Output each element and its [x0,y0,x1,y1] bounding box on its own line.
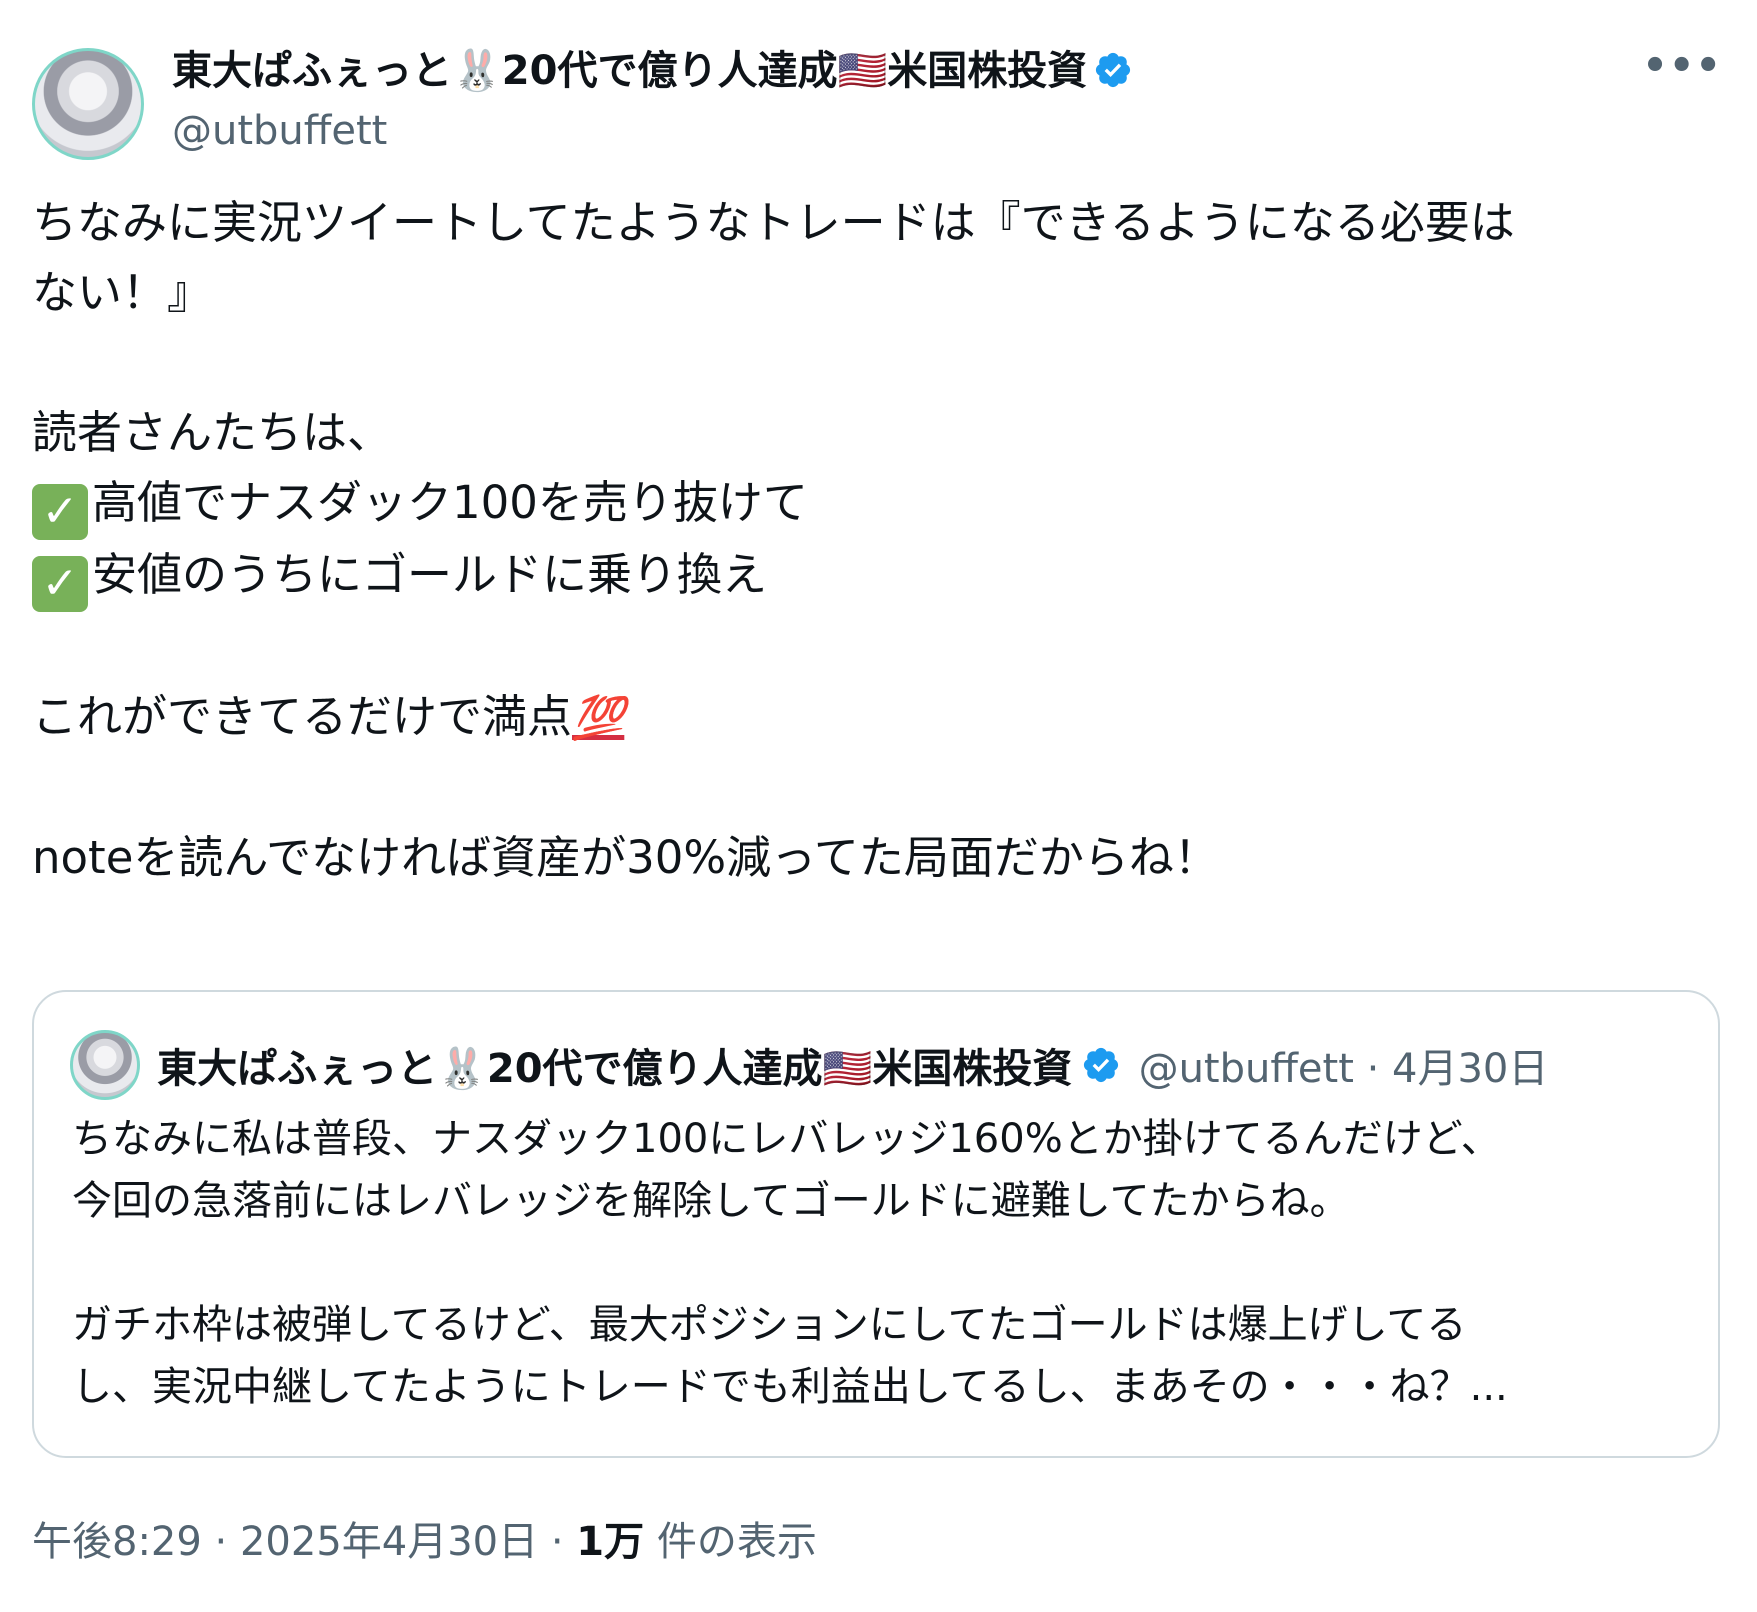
tweet-footer: 午後8:29 · 2025年4月30日 · 1万 件の表示 [32,1512,817,1572]
footer-separator: · [214,1519,228,1565]
display-name[interactable]: 東大ぱふぇっと🐰20代で億り人達成🇺🇸米国株投資 [172,48,1087,94]
display-name-row[interactable]: 東大ぱふぇっと🐰20代で億り人達成🇺🇸米国株投資 [172,44,1133,98]
quoted-handle[interactable]: @utbuffett [1139,1046,1354,1092]
meta-separator: · [1366,1046,1380,1092]
tweet-body: ちなみに実況ツイートしてたようなトレードは『できるようになる必要は ない！』 読… [32,188,1722,893]
quoted-avatar[interactable] [70,1030,140,1100]
body-line: 安値のうちにゴールドに乗り換え [92,548,768,601]
quoted-line: ガチホ枠は被弾してるけど、最大ポジションにしてたゴールドは爆上げしてる [72,1302,1467,1348]
check-mark-icon: ✓ [32,556,88,612]
body-line: ない！』 [32,266,213,319]
body-line: ちなみに実況ツイートしてたようなトレードは『できるようになる必要は [32,196,1515,249]
views-label: 件の表示 [656,1519,817,1565]
handle[interactable]: @utbuffett [172,104,1133,158]
verified-badge-icon [1096,52,1131,88]
more-options-icon[interactable]: ••• [1642,46,1722,86]
body-check-line: ✓ 高値でナスダック100を売り抜けて [32,468,1722,540]
post-time[interactable]: 午後8:29 [32,1519,202,1565]
body-line: 高値でナスダック100を売り抜けて [92,476,808,529]
body-line-row: これができてるだけで満点💯 [32,682,1722,753]
quoted-line: 今回の急落前にはレバレッジを解除してゴールドに避難してたからね。 [72,1178,1350,1224]
quoted-tweet[interactable]: 東大ぱふぇっと🐰20代で億り人達成🇺🇸米国株投資 @utbuffett · 4月… [32,990,1720,1458]
quoted-date[interactable]: 4月30日 [1392,1046,1548,1092]
quoted-meta: @utbuffett · 4月30日 [1139,1036,1549,1094]
quoted-tweet-header: 東大ぱふぇっと🐰20代で億り人達成🇺🇸米国株投資 @utbuffett · 4月… [70,1030,1548,1100]
post-date[interactable]: 2025年4月30日 [240,1519,538,1565]
quoted-line: し、実況中継してたようにトレードでも利益出してるし、まあその・・・ね？... [72,1364,1508,1410]
quoted-line: ちなみに私は普段、ナスダック100にレバレッジ160%とか掛けてるんだけど、 [72,1116,1501,1162]
quoted-display-name[interactable]: 東大ぱふぇっと🐰20代で億り人達成🇺🇸米国株投資 [157,1036,1072,1094]
body-line: 読者さんたちは、 [32,406,393,459]
hundred-points-icon: 💯 [572,693,625,742]
quoted-tweet-body: ちなみに私は普段、ナスダック100にレバレッジ160%とか掛けてるんだけど、 今… [72,1108,1692,1418]
views-count[interactable]: 1万 [576,1519,644,1565]
body-line[interactable]: noteを読んでなければ資産が30%減ってた局面だからね！ [32,823,1722,893]
tweet-header: 東大ぱふぇっと🐰20代で億り人達成🇺🇸米国株投資 @utbuffett ••• [32,40,1722,160]
footer-separator: · [550,1519,564,1565]
avatar[interactable] [32,48,144,160]
verified-badge-icon [1084,1047,1119,1083]
author-block: 東大ぱふぇっと🐰20代で億り人達成🇺🇸米国株投資 @utbuffett [172,44,1133,158]
body-check-line: ✓ 安値のうちにゴールドに乗り換え [32,540,1722,612]
check-mark-icon: ✓ [32,484,88,540]
body-line: これができてるだけで満点 [32,690,573,743]
